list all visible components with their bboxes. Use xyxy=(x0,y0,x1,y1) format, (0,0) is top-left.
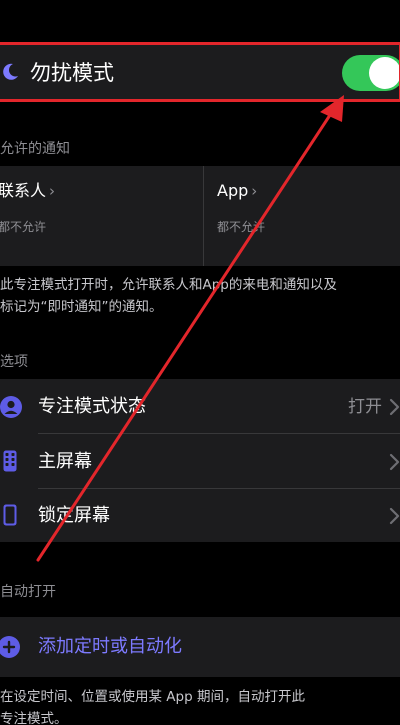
home-screen-label: 主屏幕 xyxy=(38,451,92,472)
options-header: 选项 xyxy=(0,354,28,370)
apps-allowed-button[interactable]: App › xyxy=(217,180,257,202)
lock-screen-label: 锁定屏幕 xyxy=(38,505,110,526)
add-schedule-label: 添加定时或自动化 xyxy=(38,636,182,657)
toggle-knob xyxy=(369,57,400,89)
people-allowed-value: 都不允许 xyxy=(0,220,47,234)
apps-allowed-value: 都不允许 xyxy=(217,220,266,234)
focus-settings-screen: 勿扰模式 允许的通知 联系人 › 都不允许 App › 都不允许 此专注模式打开时，… xyxy=(0,0,400,725)
chevron-right-icon xyxy=(389,507,400,525)
phone-home-screen-icon xyxy=(3,450,17,472)
chevron-right-icon: › xyxy=(251,182,258,200)
focus-status-value: 打开 xyxy=(348,397,382,417)
auto-on-header: 自动打开 xyxy=(0,584,56,600)
plus-circle-icon xyxy=(0,636,20,658)
focus-title: 勿扰模式 xyxy=(30,61,114,85)
allowed-notifications-header: 允许的通知 xyxy=(0,141,70,157)
people-allowed-button[interactable]: 联系人 › xyxy=(0,180,55,202)
chevron-right-icon xyxy=(389,398,400,416)
focus-toggle-switch[interactable] xyxy=(342,55,400,91)
focus-status-label: 专注模式状态 xyxy=(38,396,146,417)
allowed-footnote-line1: 此专注模式打开时，允许联系人和App的来电和通知以及 xyxy=(0,277,337,293)
auto-on-footnote-line1: 在设定时间、位置或使用某 App 期间，自动打开此 xyxy=(0,689,305,705)
apps-label: App xyxy=(217,181,249,200)
allowed-divider xyxy=(203,166,204,266)
moon-icon xyxy=(3,63,18,80)
allowed-notifications-card xyxy=(0,166,400,266)
chevron-right-icon xyxy=(389,453,400,471)
person-circle-icon xyxy=(0,396,22,418)
people-label: 联系人 xyxy=(0,181,47,200)
phone-lock-screen-icon xyxy=(3,504,17,526)
auto-on-footnote-line2: 专注模式。 xyxy=(0,711,68,725)
chevron-right-icon: › xyxy=(49,182,56,200)
allowed-footnote-line2: 标记为“即时通知”的通知。 xyxy=(0,299,163,315)
